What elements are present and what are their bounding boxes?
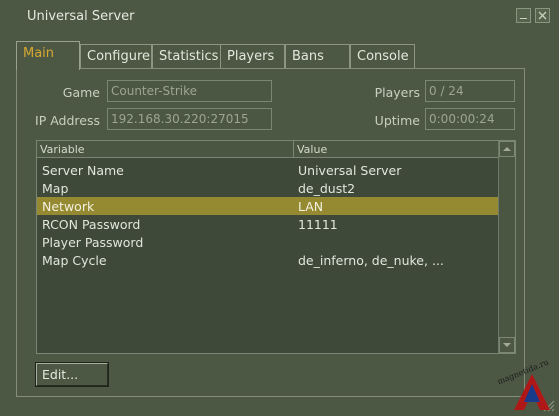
scroll-down-button[interactable] — [499, 337, 515, 353]
uptime-field: 0:00:00:24 — [425, 108, 515, 130]
ip-address-field: 192.168.30.220:27015 — [107, 108, 272, 130]
tab-statistics[interactable]: Statistics — [152, 44, 221, 68]
column-header-variable[interactable]: Variable — [37, 141, 294, 158]
arrow-up-icon — [503, 147, 511, 151]
vertical-scrollbar[interactable] — [498, 141, 515, 353]
watermark-logo-icon — [514, 374, 550, 410]
close-icon — [538, 11, 547, 20]
variable-cell: Server Name — [42, 163, 124, 178]
variable-cell: Map — [42, 181, 69, 196]
list-item-selected[interactable]: Network LAN — [37, 197, 499, 215]
list-item[interactable]: Player Password — [37, 233, 499, 251]
game-field: Counter-Strike — [107, 80, 272, 102]
tab-bans[interactable]: Bans — [285, 44, 350, 68]
players-field: 0 / 24 — [425, 80, 515, 102]
value-cell: LAN — [298, 199, 324, 214]
title-bar[interactable]: Universal Server — [0, 0, 559, 36]
ip-address-label: IP Address — [35, 113, 100, 128]
tab-statistics-label: Statistics — [159, 49, 219, 64]
value-cell: de_dust2 — [298, 181, 356, 196]
edit-button[interactable]: Edit... — [35, 362, 109, 387]
column-header-value[interactable]: Value — [294, 141, 499, 158]
value-cell: Universal Server — [298, 163, 402, 178]
tab-main[interactable]: Main — [16, 41, 80, 70]
tab-players-label: Players — [227, 49, 275, 64]
server-variables-list[interactable]: Variable Value Server Name Universal Ser… — [36, 140, 516, 354]
scroll-up-button[interactable] — [499, 141, 515, 157]
watermark: magnetida.ru — [496, 358, 556, 412]
value-cell: 11111 — [298, 217, 338, 232]
tab-configure-label: Configure — [87, 49, 151, 64]
tab-players[interactable]: Players — [220, 44, 285, 68]
game-label: Game — [62, 85, 100, 100]
tab-configure[interactable]: Configure — [80, 44, 152, 68]
minimize-button[interactable] — [516, 8, 531, 23]
variable-cell: Player Password — [42, 235, 144, 250]
players-label: Players — [374, 85, 420, 100]
tab-console[interactable]: Console — [350, 44, 415, 68]
close-button[interactable] — [535, 8, 550, 23]
uptime-label: Uptime — [374, 113, 420, 128]
arrow-down-icon — [503, 343, 511, 347]
tab-main-label: Main — [23, 46, 55, 61]
window-title: Universal Server — [27, 9, 135, 24]
variable-cell: RCON Password — [42, 217, 141, 232]
edit-button-label: Edit... — [42, 367, 79, 382]
list-item[interactable]: Map de_dust2 — [37, 179, 499, 197]
server-window: Universal Server Main Configure Statisti… — [0, 0, 559, 416]
list-item[interactable]: Server Name Universal Server — [37, 161, 499, 179]
tab-bans-label: Bans — [292, 49, 324, 64]
list-item[interactable]: RCON Password 11111 — [37, 215, 499, 233]
variable-cell: Map Cycle — [42, 253, 107, 268]
list-item[interactable]: Map Cycle de_inferno, de_nuke, ... — [37, 251, 499, 269]
tab-console-label: Console — [357, 49, 409, 64]
variable-cell: Network — [42, 199, 95, 214]
value-cell: de_inferno, de_nuke, ... — [298, 253, 444, 268]
